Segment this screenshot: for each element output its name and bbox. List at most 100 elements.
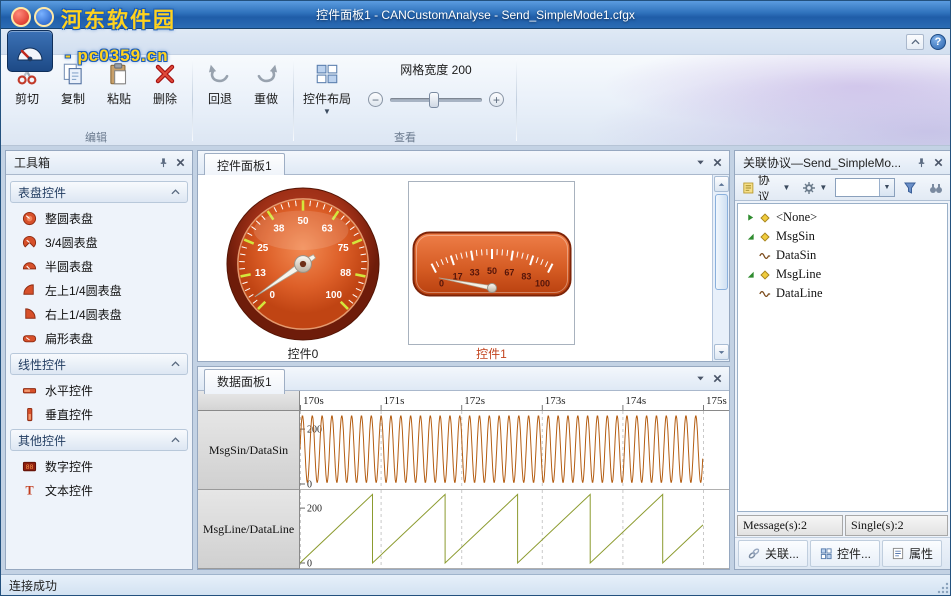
grid-width-value: 200 [452, 63, 472, 77]
toolbox-item[interactable]: 扁形表盘 [9, 326, 189, 350]
diamond-icon [759, 231, 771, 243]
control-canvas[interactable]: 013253850637588100 控件0 01733506783100 控件… [198, 175, 729, 361]
toolbox-section: 线性控件 水平控件 [9, 353, 189, 426]
tree-item[interactable]: MsgSin [740, 227, 945, 246]
tree-item[interactable]: <None> [740, 208, 945, 227]
panel-tab[interactable]: 控件... [810, 540, 880, 567]
resize-grip-icon[interactable] [936, 581, 949, 594]
tree-item[interactable]: DataSin [740, 246, 945, 265]
toolbox-section-header[interactable]: 表盘控件 [10, 181, 188, 203]
edit-group-label: 编辑 [4, 129, 188, 145]
signal-name-cell[interactable]: MsgSin/DataSin [198, 411, 300, 490]
help-button[interactable]: ? [930, 34, 946, 50]
application-window: 控件面板1 - CANCustomAnalyse - Send_SimpleMo… [0, 0, 951, 596]
svg-text:173s: 173s [545, 395, 566, 407]
ribbon-button[interactable]: 回退 [197, 57, 243, 107]
grid-width-label: 网格宽度 200 [368, 61, 504, 78]
ribbon-button[interactable]: 复制 [50, 57, 96, 107]
ribbon-button[interactable]: 粘贴 [96, 57, 142, 107]
titlebar[interactable]: 控件面板1 - CANCustomAnalyse - Send_SimpleMo… [1, 1, 950, 29]
panel-tab[interactable]: 关联... [738, 540, 808, 567]
panel-tab[interactable]: 属性 [882, 540, 942, 567]
slider-thumb[interactable] [429, 92, 439, 108]
signal-name-cell[interactable]: MsgLine/DataLine [198, 490, 300, 569]
svg-text:33: 33 [470, 267, 480, 277]
circular-gauge-control[interactable]: 013253850637588100 [222, 185, 384, 343]
ribbon-button[interactable]: 重做 [243, 57, 289, 107]
tree-indent[interactable] [746, 251, 755, 260]
toolbox-item[interactable]: 88 数字控件 [9, 454, 189, 478]
grid-width-increase-button[interactable]: + [489, 92, 504, 107]
control-layout-button[interactable]: 控件布局 ▼ [298, 57, 356, 114]
ribbon-tab[interactable] [128, 46, 158, 54]
pin-icon[interactable] [916, 157, 927, 168]
combobox-dropdown-icon[interactable]: ▼ [879, 179, 894, 196]
tree-indent[interactable] [746, 289, 755, 298]
flat-gauge-control[interactable]: 01733506783100 [412, 231, 572, 297]
panel-menu-icon[interactable] [695, 157, 706, 168]
control-panel-tab[interactable]: 控件面板1 [204, 153, 285, 178]
expanded-expander-icon[interactable] [746, 270, 755, 279]
data-panel-tab[interactable]: 数据面板1 [204, 369, 285, 394]
scroll-down-button[interactable] [714, 344, 729, 360]
vertical-scrollbar[interactable] [712, 175, 729, 361]
close-icon[interactable] [175, 157, 186, 168]
toolbox-section-header[interactable]: 线性控件 [10, 353, 188, 375]
ribbon-tab[interactable] [192, 46, 222, 54]
ribbon-tab[interactable] [64, 46, 94, 54]
ribbon-decoration [530, 55, 950, 145]
binoculars-icon [929, 181, 943, 195]
clipped-toolbar-button[interactable] [925, 178, 947, 198]
filter-combobox[interactable]: ▼ [835, 178, 895, 197]
protocol-panel-tabs: 关联... 控件... 属性 [735, 537, 950, 569]
protocol-icon [742, 181, 755, 195]
gauge-label: 控件0 [222, 345, 384, 361]
expanded-expander-icon[interactable] [746, 232, 755, 241]
window-title: 控件面板1 - CANCustomAnalyse - Send_SimpleMo… [316, 6, 635, 23]
svg-text:13: 13 [255, 268, 266, 279]
toolbox-item[interactable]: 左上1/4圆表盘 [9, 278, 189, 302]
grid-width-decrease-button[interactable]: − [368, 92, 383, 107]
close-icon[interactable] [712, 373, 723, 384]
ribbon-tab[interactable] [96, 46, 126, 54]
signal-icon [759, 250, 771, 262]
quarter-left-dial-icon [22, 283, 37, 298]
toolbox-item[interactable]: 水平控件 [9, 378, 189, 402]
group-separator [192, 59, 193, 141]
grid-width-slider[interactable] [390, 98, 482, 102]
toolbox-item[interactable]: 垂直控件 [9, 402, 189, 426]
horizontal-bar-icon [22, 383, 37, 398]
toolbox-item[interactable]: T 文本控件 [9, 478, 189, 502]
svg-text:200: 200 [307, 504, 322, 515]
tree-item[interactable]: MsgLine [740, 265, 945, 284]
sine-waveform-plot[interactable]: 2000 [300, 411, 729, 490]
scroll-up-button[interactable] [714, 176, 729, 192]
toolbox-item[interactable]: 半圆表盘 [9, 254, 189, 278]
toolbox-item[interactable]: 3/4圆表盘 [9, 230, 189, 254]
protocol-dropdown-button[interactable]: 协议 ▼ [738, 175, 794, 201]
view-group-label: 查看 [298, 129, 512, 145]
close-icon[interactable] [933, 157, 944, 168]
panel-menu-icon[interactable] [695, 373, 706, 384]
pin-icon[interactable] [158, 157, 169, 168]
app-gauge-icon [15, 38, 45, 64]
close-icon[interactable] [712, 157, 723, 168]
arrow-up-icon [718, 182, 725, 187]
collapse-ribbon-button[interactable] [906, 34, 924, 50]
sawtooth-waveform-plot[interactable]: 2000 [300, 490, 729, 569]
scrollbar-thumb[interactable] [715, 194, 728, 290]
filter-button[interactable] [899, 178, 921, 198]
data-panel: 数据面板1 170s171s172s173s174s175s MsgSin/Da… [197, 366, 730, 570]
toolbox-item[interactable]: 右上1/4圆表盘 [9, 302, 189, 326]
ribbon-tab[interactable] [160, 46, 190, 54]
svg-text:100: 100 [535, 278, 550, 288]
toolbox-section-header[interactable]: 其他控件 [10, 429, 188, 451]
options-dropdown-button[interactable]: ▼ [798, 178, 831, 198]
ribbon-button[interactable]: 删除 [142, 57, 188, 107]
toolbox-item[interactable]: 整圆表盘 [9, 206, 189, 230]
tree-item[interactable]: DataLine [740, 284, 945, 303]
application-menu-button[interactable] [7, 30, 53, 72]
collapsed-expander-icon[interactable] [746, 213, 755, 222]
undo-group-label [197, 129, 289, 145]
svg-text:0: 0 [307, 559, 312, 569]
